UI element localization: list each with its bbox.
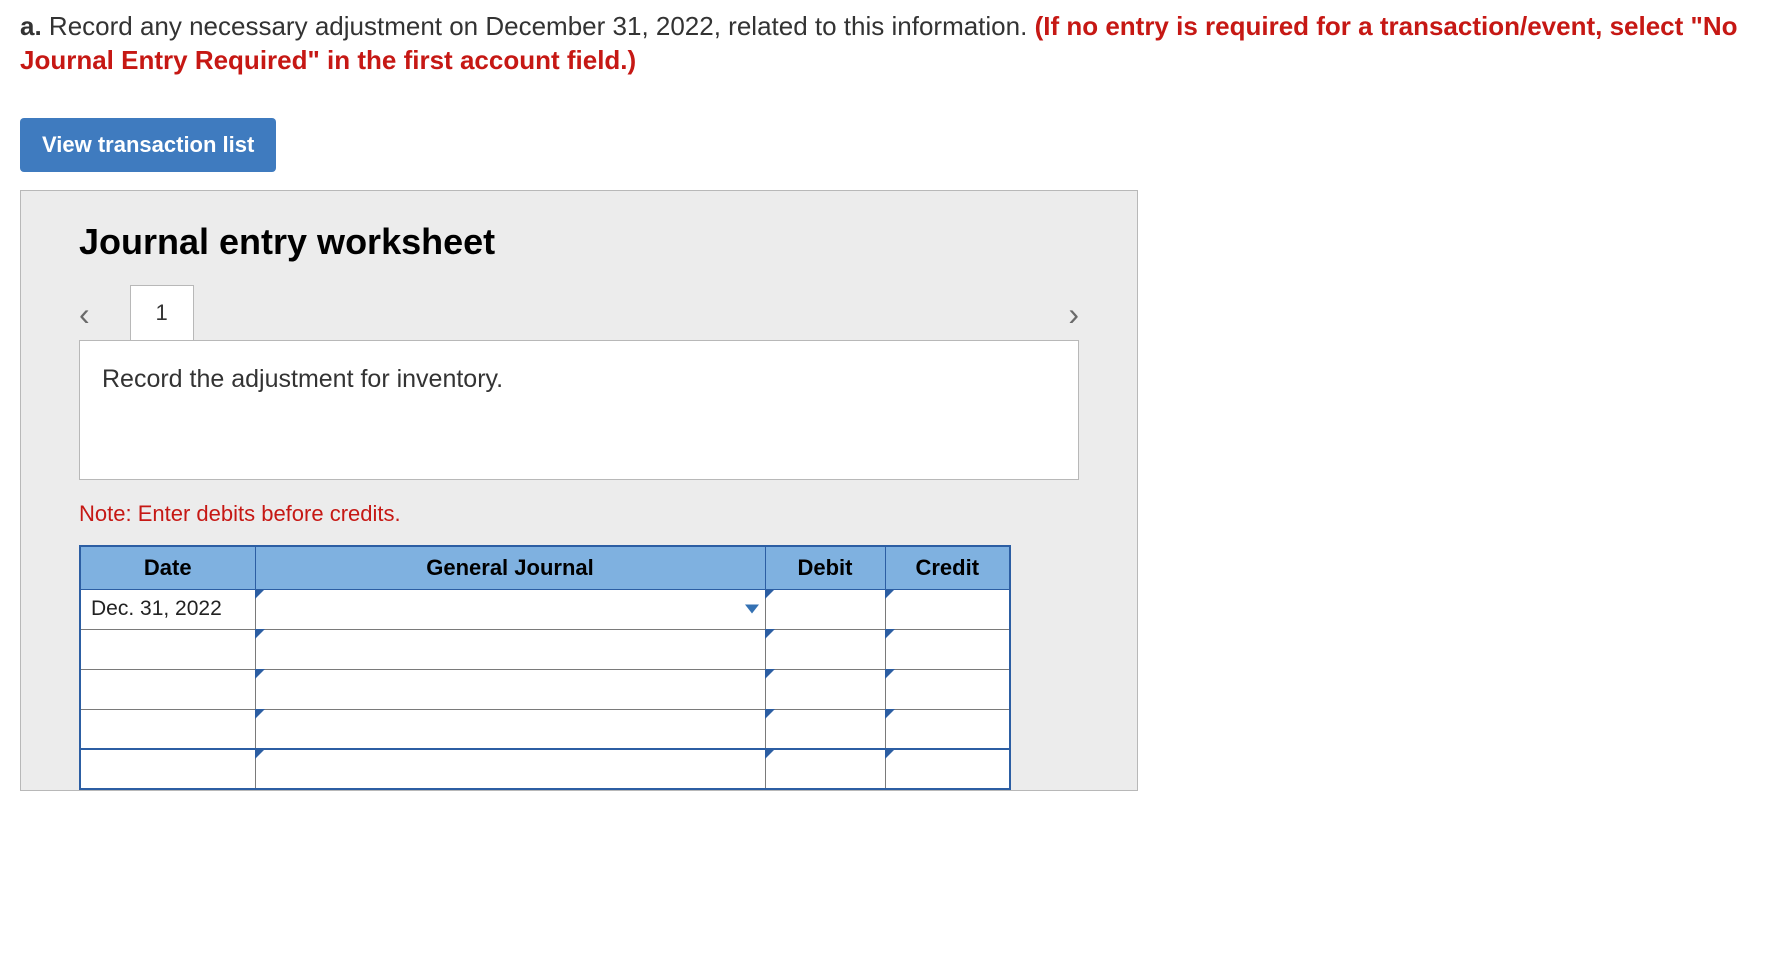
input-marker-icon	[255, 669, 265, 679]
cell-general-journal[interactable]	[255, 749, 765, 789]
cell-date	[80, 669, 255, 709]
table-row	[80, 629, 1010, 669]
table-body: Dec. 31, 2022	[80, 589, 1010, 789]
input-marker-icon	[885, 749, 895, 759]
cell-debit[interactable]	[765, 709, 885, 749]
header-date: Date	[80, 546, 255, 590]
question-body: Record any necessary adjustment on Decem…	[42, 11, 1035, 41]
cell-date	[80, 629, 255, 669]
cell-debit[interactable]	[765, 589, 885, 629]
input-marker-icon	[255, 589, 265, 599]
worksheet-nav: ‹ 1 ›	[79, 281, 1079, 341]
worksheet-title: Journal entry worksheet	[79, 221, 1127, 263]
input-marker-icon	[255, 629, 265, 639]
cell-general-journal[interactable]	[255, 669, 765, 709]
table-row	[80, 749, 1010, 789]
input-marker-icon	[885, 629, 895, 639]
header-general-journal: General Journal	[255, 546, 765, 590]
input-marker-icon	[885, 589, 895, 599]
question-text: a. Record any necessary adjustment on De…	[20, 10, 1746, 78]
cell-credit[interactable]	[885, 629, 1010, 669]
input-marker-icon	[765, 669, 775, 679]
worksheet-tab-1[interactable]: 1	[130, 285, 194, 341]
cell-debit[interactable]	[765, 669, 885, 709]
cell-credit[interactable]	[885, 589, 1010, 629]
input-marker-icon	[765, 629, 775, 639]
input-marker-icon	[255, 709, 265, 719]
view-transaction-list-button[interactable]: View transaction list	[20, 118, 276, 172]
input-marker-icon	[885, 669, 895, 679]
dropdown-arrow-icon[interactable]	[745, 605, 759, 614]
input-marker-icon	[765, 709, 775, 719]
header-credit: Credit	[885, 546, 1010, 590]
table-row	[80, 709, 1010, 749]
worksheet-note: Note: Enter debits before credits.	[79, 501, 1079, 527]
cell-date	[80, 709, 255, 749]
cell-general-journal[interactable]	[255, 629, 765, 669]
question-letter: a.	[20, 11, 42, 41]
cell-general-journal[interactable]	[255, 709, 765, 749]
chevron-right-icon[interactable]: ›	[1068, 296, 1079, 333]
chevron-left-icon[interactable]: ‹	[79, 296, 90, 333]
input-marker-icon	[765, 589, 775, 599]
cell-credit[interactable]	[885, 709, 1010, 749]
cell-date	[80, 749, 255, 789]
input-marker-icon	[885, 709, 895, 719]
journal-entry-table: Date General Journal Debit Credit Dec. 3…	[79, 545, 1011, 791]
table-row: Dec. 31, 2022	[80, 589, 1010, 629]
journal-worksheet-panel: Journal entry worksheet ‹ 1 › Record the…	[20, 190, 1138, 792]
cell-credit[interactable]	[885, 749, 1010, 789]
cell-debit[interactable]	[765, 749, 885, 789]
cell-general-journal[interactable]	[255, 589, 765, 629]
cell-date: Dec. 31, 2022	[80, 589, 255, 629]
input-marker-icon	[255, 749, 265, 759]
cell-debit[interactable]	[765, 629, 885, 669]
table-row	[80, 669, 1010, 709]
header-debit: Debit	[765, 546, 885, 590]
input-marker-icon	[765, 749, 775, 759]
cell-credit[interactable]	[885, 669, 1010, 709]
worksheet-description: Record the adjustment for inventory.	[79, 340, 1079, 480]
